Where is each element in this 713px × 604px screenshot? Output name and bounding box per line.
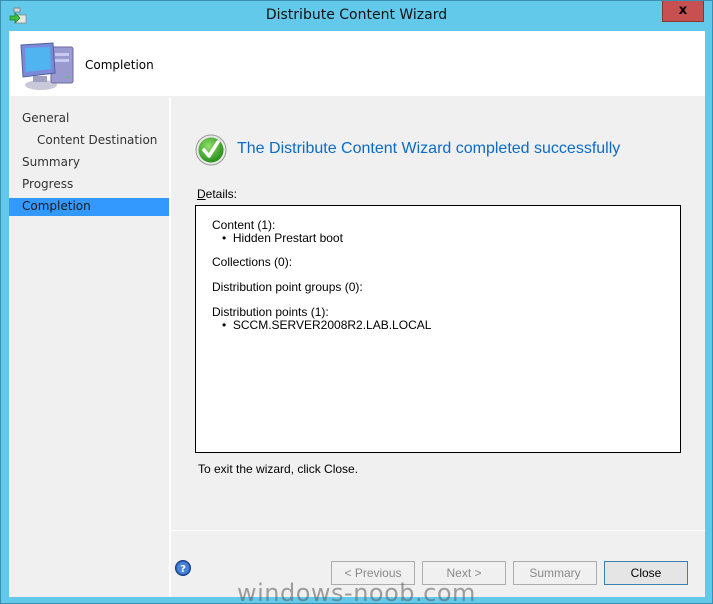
nav-item-completion[interactable]: Completion [9,198,169,216]
wizard-main-panel: The Distribute Content Wizard completed … [171,98,705,597]
wizard-window: Distribute Content Wizard x Completion G… [0,0,713,604]
nav-item-summary[interactable]: Summary [9,154,169,172]
window-title: Distribute Content Wizard [265,7,448,23]
distribution-point-text: SCCM.SERVER2008R2.LAB.LOCAL [232,318,432,332]
svg-text:?: ? [180,564,186,575]
page-title: Completion [85,58,154,72]
details-textbox[interactable]: Content (1): • Hidden Prestart boot Coll… [195,205,681,453]
summary-button[interactable]: Summary [513,561,597,585]
wizard-client-area: Completion General Content Destination S… [9,31,705,597]
details-label-text: etails: [205,187,238,201]
distribution-point-item: • SCCM.SERVER2008R2.LAB.LOCAL [222,318,432,332]
collections-heading: Collections (0): [212,255,293,269]
computer-icon [20,42,74,90]
nav-item-general[interactable]: General [9,110,169,128]
help-icon[interactable]: ? [175,560,191,576]
dp-groups-heading: Distribution point groups (0): [212,280,363,294]
watermark: windows-noob.com [237,579,476,604]
nav-item-content-destination[interactable]: Content Destination [9,132,169,150]
content-item: • Hidden Prestart boot [222,231,343,245]
window-close-button[interactable]: x [662,1,704,22]
content-item-text: Hidden Prestart boot [232,231,343,245]
wizard-step-nav: General Content Destination Summary Prog… [9,98,169,597]
title-bar[interactable]: Distribute Content Wizard x [1,1,712,31]
wizard-header: Completion [9,31,705,96]
exit-instructions: To exit the wizard, click Close. [198,462,359,476]
details-label-accelerator: D [197,187,206,201]
nav-item-progress[interactable]: Progress [9,176,169,194]
close-button[interactable]: Close [604,561,688,585]
success-check-icon [195,134,227,166]
details-label: Details: [197,187,237,201]
button-separator [171,530,705,531]
success-heading: The Distribute Content Wizard completed … [237,140,621,157]
